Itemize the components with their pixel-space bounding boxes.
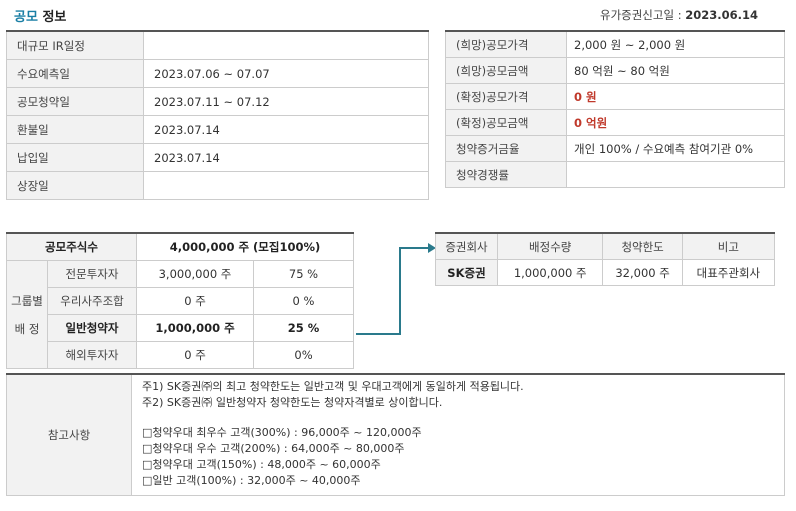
schedule-label: 상장일 [6, 171, 144, 200]
group-label-line2: 배 정 [14, 321, 40, 336]
table-row: 공모주식수 4,000,000 주 (모집100%) [6, 233, 354, 261]
title-accent: 공모 [14, 10, 38, 25]
pricing-label: (확정)공모금액 [445, 109, 567, 136]
schedule-label: 대규모 IR일정 [6, 31, 144, 60]
group-label-line1: 그룹별 [11, 293, 43, 308]
table-row: (희망)공모금액 80 억원 ~ 80 억원 [445, 57, 785, 84]
filing-date: 유가증권신고일 : 2023.06.14 [600, 7, 758, 23]
allocated-percent: 25 % [253, 314, 354, 342]
note-line: □청약우대 고객(150%) : 48,000주 ~ 60,000주 [142, 458, 381, 471]
total-shares-label: 공모주식수 [6, 233, 137, 261]
table-header-row: 증권회사 배정수량 청약한도 비고 [435, 233, 776, 260]
schedule-value [143, 171, 429, 200]
underwriter-limit: 32,000 주 [602, 259, 683, 286]
allocated-shares: 0 주 [136, 287, 254, 315]
pricing-label: (확정)공모가격 [445, 83, 567, 110]
table-row: (확정)공모가격 0 원 [445, 83, 785, 110]
schedule-value [143, 31, 429, 60]
underwriter-quantity: 1,000,000 주 [496, 259, 604, 286]
connector-arrow [356, 243, 436, 335]
title-rest: 정보 [42, 10, 67, 25]
schedule-value: 2023.07.06 ~ 07.07 [143, 59, 429, 88]
schedule-value: 2023.07.11 ~ 07.12 [143, 87, 429, 116]
column-header: 비고 [681, 233, 776, 260]
filing-date-label: 유가증권신고일 : [599, 8, 682, 22]
allocated-percent: 0% [253, 341, 354, 369]
pricing-label: (희망)공모금액 [445, 57, 567, 84]
table-row: 해외투자자 0 주 0% [7, 341, 354, 369]
pricing-value: 2,000 원 ~ 2,000 원 [566, 31, 785, 58]
schedule-value: 2023.07.14 [143, 143, 429, 172]
table-row: (희망)공모가격 2,000 원 ~ 2,000 원 [445, 31, 785, 58]
pricing-table: (희망)공모가격 2,000 원 ~ 2,000 원 (희망)공모금액 80 억원 … [445, 30, 785, 188]
note-line: □청약우대 최우수 고객(300%) : 96,000주 ~ 120,000주 [142, 426, 422, 439]
schedule-label: 수요예측일 [6, 59, 144, 88]
note-spacer [142, 411, 774, 425]
pricing-value: 개인 100% / 수요예측 참여기관 0% [566, 135, 785, 162]
note-line: 주2) SK증권㈜ 일반청약자 청약한도는 청약자격별로 상이합니다. [142, 396, 443, 409]
allocated-percent: 0 % [253, 287, 354, 315]
notes-content: 주1) SK증권㈜의 최고 청약한도는 일반고객 및 우대고객에게 동일하게 적… [131, 374, 785, 496]
schedule-label: 납입일 [6, 143, 144, 172]
note-line: 주1) SK증권㈜의 최고 청약한도는 일반고객 및 우대고객에게 동일하게 적… [142, 380, 524, 393]
schedule-value: 2023.07.14 [143, 115, 429, 144]
allocated-shares: 1,000,000 주 [136, 314, 254, 342]
group-allocation-label: 그룹별배 정 [6, 260, 48, 369]
investor-type: 일반청약자 [47, 314, 137, 342]
table-row: SK증권 1,000,000 주 32,000 주 대표주관회사 [435, 259, 776, 286]
notes-table: 참고사항 주1) SK증권㈜의 최고 청약한도는 일반고객 및 우대고객에게 동… [6, 373, 785, 496]
underwriter-note: 대표주관회사 [681, 259, 776, 286]
table-row: 청약경쟁률 [445, 161, 785, 188]
pricing-label: 청약경쟁률 [445, 161, 567, 188]
allocated-shares: 0 주 [136, 341, 254, 369]
connector-line [356, 247, 430, 335]
filing-date-value: 2023.06.14 [685, 8, 758, 22]
pricing-value: 80 억원 ~ 80 억원 [566, 57, 785, 84]
allocated-shares: 3,000,000 주 [136, 260, 254, 288]
investor-type: 전문투자자 [47, 260, 137, 288]
schedule-label: 환불일 [6, 115, 144, 144]
underwriter-company: SK증권 [435, 259, 498, 286]
total-shares-value: 4,000,000 주 (모집100%) [136, 233, 354, 261]
allocated-percent: 75 % [253, 260, 354, 288]
page-title: 공모 정보 [14, 6, 66, 25]
notes-label: 참고사항 [6, 374, 132, 496]
investor-type: 우리사주조합 [47, 287, 137, 315]
investor-type: 해외투자자 [47, 341, 137, 369]
column-header: 청약한도 [602, 233, 683, 260]
pricing-label: (희망)공모가격 [445, 31, 567, 58]
table-row: 납입일 2023.07.14 [6, 143, 429, 172]
allocation-table: 공모주식수 4,000,000 주 (모집100%) 그룹별배 정 전문투자자 … [6, 232, 354, 369]
table-row: 일반청약자 1,000,000 주 25 % [7, 314, 354, 342]
note-line: □일반 고객(100%) : 32,000주 ~ 40,000주 [142, 474, 361, 487]
table-row: 청약증거금율 개인 100% / 수요예측 참여기관 0% [445, 135, 785, 162]
pricing-value [566, 161, 785, 188]
table-row: 상장일 [6, 171, 429, 200]
column-header: 배정수량 [496, 233, 604, 260]
underwriter-table: 증권회사 배정수량 청약한도 비고 SK증권 1,000,000 주 32,00… [435, 232, 776, 286]
table-row: 참고사항 주1) SK증권㈜의 최고 청약한도는 일반고객 및 우대고객에게 동… [6, 374, 785, 496]
table-row: 대규모 IR일정 [6, 31, 429, 60]
column-header: 증권회사 [435, 233, 498, 260]
schedule-label: 공모청약일 [6, 87, 144, 116]
note-line: □청약우대 우수 고객(200%) : 64,000주 ~ 80,000주 [142, 442, 405, 455]
pricing-value: 0 원 [566, 83, 785, 110]
schedule-table: 대규모 IR일정 수요예측일 2023.07.06 ~ 07.07 공모청약일 20… [6, 30, 429, 200]
table-row: 우리사주조합 0 주 0 % [7, 287, 354, 315]
table-row: 환불일 2023.07.14 [6, 115, 429, 144]
table-row: 그룹별배 정 전문투자자 3,000,000 주 75 % [6, 260, 354, 369]
table-row: (확정)공모금액 0 억원 [445, 109, 785, 136]
pricing-label: 청약증거금율 [445, 135, 567, 162]
table-row: 수요예측일 2023.07.06 ~ 07.07 [6, 59, 429, 88]
pricing-value: 0 억원 [566, 109, 785, 136]
table-row: 공모청약일 2023.07.11 ~ 07.12 [6, 87, 429, 116]
